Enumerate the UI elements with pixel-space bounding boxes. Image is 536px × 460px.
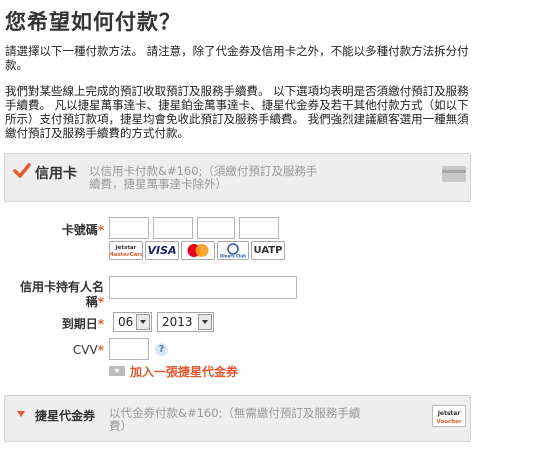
jetstar-mastercard-icon: Jetstar MasterCard: [108, 245, 144, 258]
mastercard-icon: [187, 244, 209, 257]
svg-text:MasterCard: MasterCard: [110, 252, 142, 258]
cvv-input[interactable]: [109, 338, 149, 360]
expiry-month-select[interactable]: 06: [113, 312, 152, 332]
cvv-label: CVV*: [40, 343, 104, 357]
page-title: 您希望如何付款？: [5, 10, 181, 34]
svg-text:Jetstar: Jetstar: [115, 245, 137, 251]
jetstar-mastercard-logo: Jetstar MasterCard: [108, 241, 144, 260]
voucher-description: 以代金券付款&#160;（無需繳付預訂及服務手續費）: [109, 406, 361, 433]
voucher-label: 捷星代金券: [35, 409, 96, 423]
card-number-label: 卡號碼*: [40, 221, 104, 238]
required-mark: *: [97, 223, 104, 237]
expiry-month-value: 06: [118, 315, 134, 329]
credit-card-option[interactable]: 信用卡 以信用卡付款&#160;（須繳付預訂及服務手續費，捷星萬事達卡除外）: [4, 153, 471, 202]
cardholder-label: 信用卡持有人名稱*: [10, 280, 104, 310]
diners-club-icon: Diners Club: [220, 243, 246, 259]
chevron-down-icon: [198, 314, 212, 330]
uatp-logo: UATP: [251, 241, 285, 260]
required-mark: *: [97, 317, 104, 331]
svg-text:Diners Club: Diners Club: [220, 254, 246, 259]
card-number-label-text: 卡號碼: [61, 223, 98, 237]
expiry-label: 到期日*: [40, 315, 104, 332]
cardholder-name-input[interactable]: [109, 276, 297, 299]
card-number-input-3[interactable]: [197, 217, 235, 239]
jetstar-voucher-logo: Jetstar Voucher: [432, 405, 466, 427]
voucher-ticket-icon: ★: [109, 366, 125, 376]
credit-card-label: 信用卡: [35, 166, 77, 182]
cvv-label-text: CVV: [72, 343, 98, 357]
expiry-year-select[interactable]: 2013: [157, 312, 214, 332]
checkmark-icon: [13, 163, 31, 183]
voucher-option[interactable]: 捷星代金券 以代金券付款&#160;（無需繳付預訂及服務手續費） Jetstar…: [4, 395, 471, 442]
credit-card-description: 以信用卡付款&#160;（須繳付預訂及服務手續費，捷星萬事達卡除外）: [89, 164, 318, 191]
mastercard-logo: [181, 241, 215, 260]
chevron-down-icon: [136, 314, 150, 330]
svg-text:Jetstar: Jetstar: [437, 410, 461, 417]
card-number-input-2[interactable]: [153, 217, 193, 239]
svg-text:Voucher: Voucher: [436, 419, 462, 425]
expiry-label-text: 到期日: [61, 317, 98, 331]
card-number-input-1[interactable]: [109, 217, 149, 239]
card-number-input-4[interactable]: [239, 217, 279, 239]
add-voucher-link[interactable]: 加入一張捷星代金券: [130, 363, 238, 380]
help-icon[interactable]: ?: [155, 343, 168, 356]
diners-club-logo: Diners Club: [217, 241, 249, 260]
cardholder-label-text: 信用卡持有人名稱: [19, 280, 104, 309]
expand-arrow-icon: [17, 411, 25, 417]
required-mark: *: [97, 295, 104, 309]
jetstar-voucher-icon: Jetstar Voucher: [436, 410, 462, 425]
expiry-year-value: 2013: [162, 315, 193, 329]
credit-card-icon: [442, 166, 466, 182]
visa-logo: VISA: [145, 241, 179, 260]
fee-note-text: 我們對某些線上完成的預訂收取預訂及服務手續費。 以下選項均表明是否須繳付預訂及服…: [5, 84, 469, 140]
intro-text: 請選擇以下一種付款方法。 請注意，除了代金券及信用卡之外，不能以多種付款方法拆分…: [5, 44, 469, 72]
required-mark: *: [97, 343, 104, 357]
